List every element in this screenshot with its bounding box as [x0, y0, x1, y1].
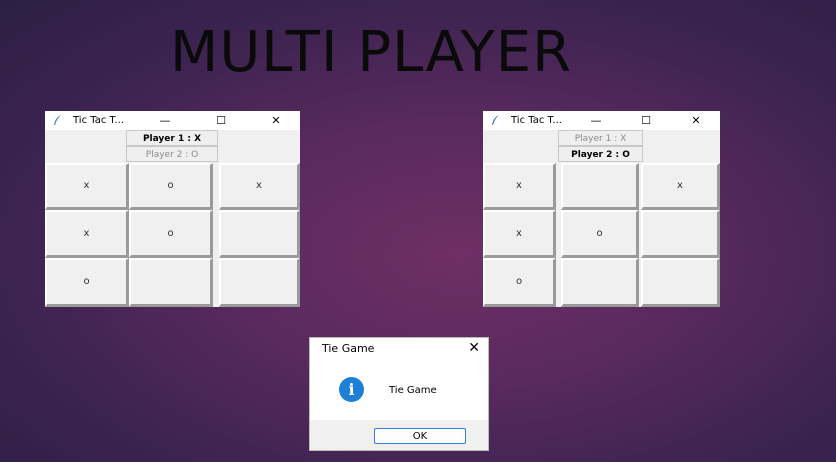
- board-cell[interactable]: [219, 258, 300, 307]
- dialog-title: Tie Game: [322, 342, 375, 355]
- board-cell[interactable]: x: [219, 163, 300, 210]
- minimize-button[interactable]: —: [150, 111, 180, 130]
- board-cell[interactable]: o: [129, 210, 213, 258]
- window-titlebar[interactable]: Tic Tac T... — ☐ ✕: [483, 111, 720, 130]
- window-title: Tic Tac T...: [511, 115, 562, 126]
- board-cell[interactable]: o: [45, 258, 129, 307]
- close-button[interactable]: ✕: [261, 111, 291, 130]
- game-window-1: Tic Tac T... — ☐ ✕ Player 1 : X Player 2…: [45, 111, 300, 307]
- tie-game-dialog: Tie Game ✕ i Tie Game OK: [310, 338, 488, 450]
- board-cell[interactable]: [561, 258, 639, 307]
- window-title: Tic Tac T...: [73, 115, 124, 126]
- board-cell[interactable]: x: [483, 210, 556, 258]
- headline: MULTI PLAYER: [170, 20, 573, 85]
- player2-button[interactable]: Player 2 : O: [126, 146, 218, 162]
- dialog-footer: OK: [310, 420, 488, 450]
- player1-button[interactable]: Player 1 : X: [558, 130, 643, 146]
- board-cell[interactable]: [641, 258, 720, 307]
- maximize-button[interactable]: ☐: [631, 111, 661, 130]
- board-cell[interactable]: [561, 163, 639, 210]
- board-cell[interactable]: x: [483, 163, 556, 210]
- feather-icon: [492, 115, 499, 125]
- dialog-close-button[interactable]: ✕: [468, 340, 480, 356]
- board-cell[interactable]: x: [45, 163, 129, 210]
- board-cell[interactable]: o: [129, 163, 213, 210]
- board-cell[interactable]: [641, 210, 720, 258]
- board-cell[interactable]: o: [483, 258, 556, 307]
- board-cell[interactable]: [219, 210, 300, 258]
- close-button[interactable]: ✕: [681, 111, 711, 130]
- board-cell[interactable]: x: [45, 210, 129, 258]
- board-cell[interactable]: x: [641, 163, 720, 210]
- game-window-2: Tic Tac T... — ☐ ✕ Player 1 : X Player 2…: [483, 111, 720, 307]
- player2-button[interactable]: Player 2 : O: [558, 146, 643, 162]
- maximize-button[interactable]: ☐: [206, 111, 236, 130]
- window-titlebar[interactable]: Tic Tac T... — ☐ ✕: [45, 111, 300, 130]
- dialog-message: Tie Game: [389, 385, 437, 396]
- player1-button[interactable]: Player 1 : X: [126, 130, 218, 146]
- info-icon: i: [339, 377, 364, 402]
- ok-button[interactable]: OK: [374, 428, 466, 444]
- board-cell[interactable]: o: [561, 210, 639, 258]
- board-cell[interactable]: [129, 258, 213, 307]
- feather-icon: [54, 115, 61, 125]
- minimize-button[interactable]: —: [581, 111, 611, 130]
